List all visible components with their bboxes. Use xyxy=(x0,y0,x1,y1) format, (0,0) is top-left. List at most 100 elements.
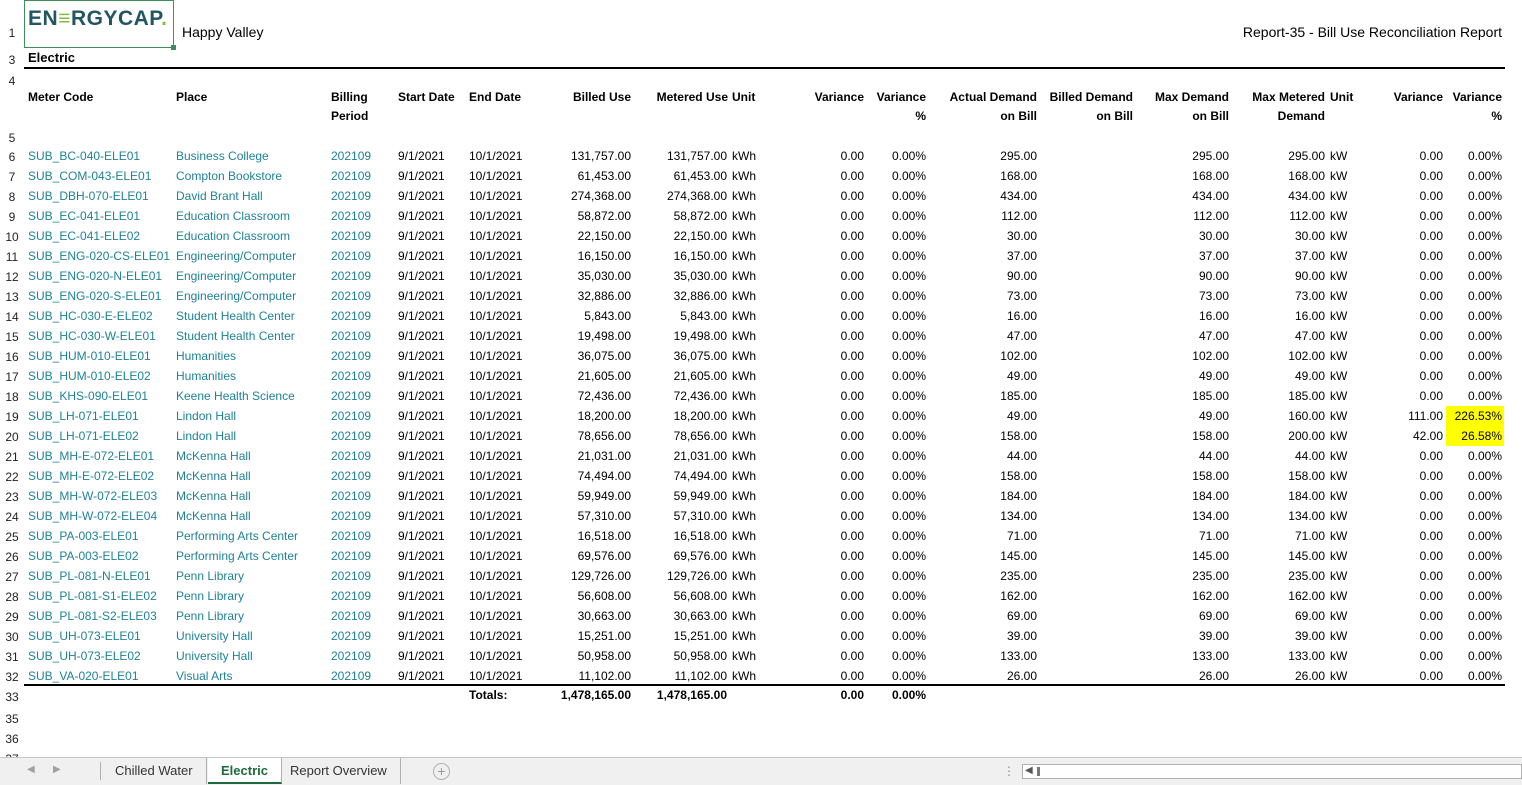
unit2-cell[interactable]: kW xyxy=(1330,609,1347,623)
start-date-cell[interactable]: 9/1/2021 xyxy=(398,509,445,523)
row-header[interactable]: 23 xyxy=(0,490,24,504)
max-demand-cell[interactable]: 295.00 xyxy=(1138,149,1229,163)
fill-handle[interactable] xyxy=(171,45,176,50)
place-cell[interactable]: University Hall xyxy=(176,629,253,643)
billed-use-cell[interactable]: 74,494.00 xyxy=(540,469,631,483)
end-date-cell[interactable]: 10/1/2021 xyxy=(469,509,522,523)
metered-use-cell[interactable]: 18,200.00 xyxy=(636,409,727,423)
end-date-cell[interactable]: 10/1/2021 xyxy=(469,149,522,163)
unit2-cell[interactable]: kW xyxy=(1330,649,1347,663)
variance-cell[interactable]: 0.00 xyxy=(790,149,864,163)
start-date-cell[interactable]: 9/1/2021 xyxy=(398,429,445,443)
variance2-cell[interactable]: 0.00 xyxy=(1370,629,1443,643)
variance-pct-cell[interactable]: 0.00% xyxy=(866,269,926,283)
variance-cell[interactable]: 0.00 xyxy=(790,489,864,503)
actual-demand-cell[interactable]: 16.00 xyxy=(930,309,1037,323)
unit2-cell[interactable]: kW xyxy=(1330,269,1347,283)
metered-use-cell[interactable]: 57,310.00 xyxy=(636,509,727,523)
variance2-cell[interactable]: 0.00 xyxy=(1370,569,1443,583)
billing-period-cell[interactable]: 202109 xyxy=(331,589,371,603)
billed-use-cell[interactable]: 18,200.00 xyxy=(540,409,631,423)
unit2-cell[interactable]: kW xyxy=(1330,489,1347,503)
variance-pct-cell[interactable]: 0.00% xyxy=(866,329,926,343)
row-header[interactable]: 13 xyxy=(0,290,24,304)
unit2-cell[interactable]: kW xyxy=(1330,569,1347,583)
unit-cell[interactable]: kWh xyxy=(732,209,756,223)
metered-use-cell[interactable]: 22,150.00 xyxy=(636,229,727,243)
meter-code-cell[interactable]: SUB_KHS-090-ELE01 xyxy=(28,389,148,403)
variance2-cell[interactable]: 0.00 xyxy=(1370,169,1443,183)
max-metered-cell[interactable]: 162.00 xyxy=(1236,589,1325,603)
max-demand-cell[interactable]: 158.00 xyxy=(1138,469,1229,483)
variance2-pct-cell[interactable]: 0.00% xyxy=(1446,569,1502,583)
billing-period-cell[interactable]: 202109 xyxy=(331,249,371,263)
max-demand-cell[interactable]: 133.00 xyxy=(1138,649,1229,663)
billing-period-cell[interactable]: 202109 xyxy=(331,609,371,623)
unit-cell[interactable]: kWh xyxy=(732,649,756,663)
billing-period-cell[interactable]: 202109 xyxy=(331,229,371,243)
unit2-cell[interactable]: kW xyxy=(1330,249,1347,263)
row-header[interactable]: 33 xyxy=(0,690,24,704)
billed-use-cell[interactable]: 59,949.00 xyxy=(540,489,631,503)
unit2-cell[interactable]: kW xyxy=(1330,169,1347,183)
place-cell[interactable]: Performing Arts Center xyxy=(176,529,298,543)
unit2-cell[interactable]: kW xyxy=(1330,549,1347,563)
unit-cell[interactable]: kWh xyxy=(732,269,756,283)
max-metered-cell[interactable]: 134.00 xyxy=(1236,509,1325,523)
unit-cell[interactable]: kWh xyxy=(732,529,756,543)
variance-cell[interactable]: 0.00 xyxy=(790,269,864,283)
billing-period-cell[interactable]: 202109 xyxy=(331,449,371,463)
max-metered-cell[interactable]: 434.00 xyxy=(1236,189,1325,203)
variance-pct-cell[interactable]: 0.00% xyxy=(866,649,926,663)
end-date-cell[interactable]: 10/1/2021 xyxy=(469,529,522,543)
start-date-cell[interactable]: 9/1/2021 xyxy=(398,609,445,623)
variance2-pct-cell[interactable]: 0.00% xyxy=(1446,189,1502,203)
variance2-pct-cell[interactable]: 0.00% xyxy=(1446,289,1502,303)
actual-demand-cell[interactable]: 162.00 xyxy=(930,589,1037,603)
meter-code-cell[interactable]: SUB_EC-041-ELE01 xyxy=(28,209,140,223)
billing-period-cell[interactable]: 202109 xyxy=(331,569,371,583)
billing-period-cell[interactable]: 202109 xyxy=(331,489,371,503)
meter-code-cell[interactable]: SUB_MH-W-072-ELE03 xyxy=(28,489,157,503)
end-date-cell[interactable]: 10/1/2021 xyxy=(469,549,522,563)
variance2-cell[interactable]: 0.00 xyxy=(1370,349,1443,363)
variance2-pct-cell[interactable]: 0.00% xyxy=(1446,309,1502,323)
max-demand-cell[interactable]: 30.00 xyxy=(1138,229,1229,243)
variance-pct-cell[interactable]: 0.00% xyxy=(866,309,926,323)
billing-period-cell[interactable]: 202109 xyxy=(331,149,371,163)
variance-pct-cell[interactable]: 0.00% xyxy=(866,549,926,563)
variance-pct-cell[interactable]: 0.00% xyxy=(866,669,926,683)
end-date-cell[interactable]: 10/1/2021 xyxy=(469,489,522,503)
unit2-cell[interactable]: kW xyxy=(1330,469,1347,483)
spreadsheet-grid[interactable]: 1 3 4 5 6 7 8 9 10 11 12 13 14 15 16 17 18 19 20 21 22 23 24 25… xyxy=(0,0,1522,757)
unit-cell[interactable]: kWh xyxy=(732,149,756,163)
variance2-pct-cell[interactable]: 0.00% xyxy=(1446,669,1502,683)
max-demand-cell[interactable]: 26.00 xyxy=(1138,669,1229,683)
variance-cell[interactable]: 0.00 xyxy=(790,429,864,443)
actual-demand-cell[interactable]: 37.00 xyxy=(930,249,1037,263)
variance2-cell[interactable]: 0.00 xyxy=(1370,669,1443,683)
unit2-cell[interactable]: kW xyxy=(1330,229,1347,243)
row-header[interactable]: 8 xyxy=(0,190,24,204)
variance2-cell[interactable]: 0.00 xyxy=(1370,509,1443,523)
max-metered-cell[interactable]: 44.00 xyxy=(1236,449,1325,463)
unit2-cell[interactable]: kW xyxy=(1330,209,1347,223)
max-metered-cell[interactable]: 145.00 xyxy=(1236,549,1325,563)
max-demand-cell[interactable]: 71.00 xyxy=(1138,529,1229,543)
metered-use-cell[interactable]: 35,030.00 xyxy=(636,269,727,283)
variance-cell[interactable]: 0.00 xyxy=(790,369,864,383)
max-metered-cell[interactable]: 184.00 xyxy=(1236,489,1325,503)
unit-cell[interactable]: kWh xyxy=(732,369,756,383)
place-cell[interactable]: McKenna Hall xyxy=(176,449,251,463)
max-metered-cell[interactable]: 160.00 xyxy=(1236,409,1325,423)
end-date-cell[interactable]: 10/1/2021 xyxy=(469,209,522,223)
unit2-cell[interactable]: kW xyxy=(1330,589,1347,603)
variance2-cell[interactable]: 0.00 xyxy=(1370,489,1443,503)
variance2-pct-cell[interactable]: 0.00% xyxy=(1446,549,1502,563)
billed-use-cell[interactable]: 5,843.00 xyxy=(540,309,631,323)
start-date-cell[interactable]: 9/1/2021 xyxy=(398,209,445,223)
variance2-pct-cell[interactable]: 0.00% xyxy=(1446,609,1502,623)
unit-cell[interactable]: kWh xyxy=(732,169,756,183)
billed-use-cell[interactable]: 11,102.00 xyxy=(540,669,632,683)
meter-code-cell[interactable]: SUB_COM-043-ELE01 xyxy=(28,169,151,183)
